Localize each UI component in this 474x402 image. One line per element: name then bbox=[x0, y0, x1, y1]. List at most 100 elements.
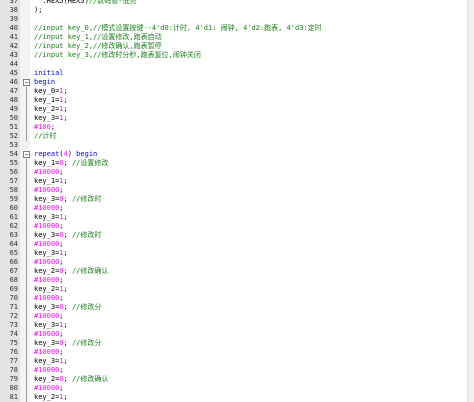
code-text[interactable]: #10000; bbox=[34, 330, 64, 339]
code-text[interactable]: #10000; bbox=[34, 168, 64, 177]
code-line[interactable]: 46− begin bbox=[0, 78, 474, 87]
code-text[interactable]: key_1=1; bbox=[34, 96, 68, 105]
code-text[interactable]: #10000; bbox=[34, 294, 64, 303]
code-text[interactable]: #10000; bbox=[34, 384, 64, 393]
code-text[interactable]: //计时 bbox=[34, 132, 56, 141]
code-line[interactable]: 38); bbox=[0, 6, 474, 15]
code-text[interactable]: key_2=0; //修改确认 bbox=[34, 267, 108, 276]
line-number: 79 bbox=[9, 375, 18, 383]
code-text[interactable]: //input key_2,//修改确认,跑表暂停 bbox=[34, 42, 162, 51]
code-line[interactable]: 49 key_2=1; bbox=[0, 105, 474, 114]
line-number: 48 bbox=[9, 96, 18, 104]
code-line[interactable]: 44 bbox=[0, 60, 474, 69]
code-line[interactable]: 64 #10000; bbox=[0, 240, 474, 249]
code-line[interactable]: 61 key_3=1; bbox=[0, 213, 474, 222]
code-text[interactable]: key_3=1; bbox=[34, 321, 68, 330]
code-text[interactable]: #10000; bbox=[34, 204, 64, 213]
code-text[interactable]: key_3=0; //修改时 bbox=[34, 195, 101, 204]
code-text[interactable]: key_3=1; bbox=[34, 249, 68, 258]
code-text[interactable]: key_2=0; //修改确认 bbox=[34, 375, 108, 384]
code-text[interactable]: #10000; bbox=[34, 312, 64, 321]
code-line[interactable]: 65 key_3=1; bbox=[0, 249, 474, 258]
code-line[interactable]: 43 //input key_3,//修改时分秒,跑表复位,闹钟关闭 bbox=[0, 51, 474, 60]
code-text[interactable]: key_3=1; bbox=[34, 357, 68, 366]
code-text[interactable]: repeat(4) begin bbox=[34, 150, 97, 159]
code-line[interactable]: 39 bbox=[0, 15, 474, 24]
code-text[interactable]: #10000; bbox=[34, 186, 64, 195]
code-line[interactable]: 71 key_3=0; //修改分 bbox=[0, 303, 474, 312]
code-token: begin bbox=[34, 78, 56, 86]
code-text[interactable]: key_2=1; bbox=[34, 105, 68, 114]
code-text[interactable]: //input key_1,//设置修改,跑表启动 bbox=[34, 33, 162, 42]
code-line[interactable]: 68 #10000; bbox=[0, 276, 474, 285]
code-line[interactable]: 60 #10000; bbox=[0, 204, 474, 213]
code-line[interactable]: 50 key_3=1; bbox=[0, 114, 474, 123]
code-line[interactable]: 63 key_3=0; //修改时 bbox=[0, 231, 474, 240]
code-text[interactable]: initial bbox=[34, 69, 64, 78]
code-text[interactable]: #10000; bbox=[34, 276, 64, 285]
code-line[interactable]: 59 key_3=0; //修改时 bbox=[0, 195, 474, 204]
code-text[interactable]: key_3=0; //修改时 bbox=[34, 231, 101, 240]
code-line[interactable]: 70 #10000; bbox=[0, 294, 474, 303]
code-token: ; bbox=[59, 186, 64, 194]
code-text[interactable]: #100; bbox=[34, 123, 55, 132]
code-line[interactable]: 41 //input key_1,//设置修改,跑表启动 bbox=[0, 33, 474, 42]
code-text[interactable]: key_3=0; //修改分 bbox=[34, 339, 101, 348]
code-line[interactable]: 53 bbox=[0, 141, 474, 150]
fold-toggle-icon[interactable]: − bbox=[23, 79, 30, 86]
code-lines[interactable]: 37 .HEX5(HEX5)//数码管-低亮 38); 39 40//input ke… bbox=[0, 0, 474, 402]
code-line[interactable]: 66 #10000; bbox=[0, 258, 474, 267]
line-number: 77 bbox=[9, 357, 18, 365]
code-text[interactable]: #10000; bbox=[34, 366, 64, 375]
code-text[interactable]: #10000; bbox=[34, 348, 64, 357]
code-line[interactable]: 73 key_3=1; bbox=[0, 321, 474, 330]
code-line[interactable]: 72 #10000; bbox=[0, 312, 474, 321]
code-line[interactable]: 52 //计时 bbox=[0, 132, 474, 141]
code-token: ; bbox=[50, 123, 56, 131]
code-line[interactable]: 77 key_3=1; bbox=[0, 357, 474, 366]
fold-toggle-icon[interactable]: − bbox=[23, 151, 30, 158]
code-text[interactable]: key_0=1; bbox=[34, 87, 68, 96]
code-line[interactable]: 78 #10000; bbox=[0, 366, 474, 375]
code-line[interactable]: 57 key_1=1; bbox=[0, 177, 474, 186]
code-line[interactable]: 54− repeat(4) begin bbox=[0, 150, 474, 159]
code-text[interactable]: begin bbox=[34, 78, 55, 87]
code-text[interactable]: ); bbox=[34, 6, 42, 15]
code-line[interactable]: 48 key_1=1; bbox=[0, 96, 474, 105]
fold-guide bbox=[26, 249, 27, 258]
code-text[interactable]: #10000; bbox=[34, 240, 64, 249]
code-line[interactable]: 42 //input key_2,//修改确认,跑表暂停 bbox=[0, 42, 474, 51]
code-token: ; bbox=[59, 312, 64, 320]
code-line[interactable]: 56 #10000; bbox=[0, 168, 474, 177]
code-line[interactable]: 62 #10000; bbox=[0, 222, 474, 231]
code-line[interactable]: 51 #100; bbox=[0, 123, 474, 132]
code-line[interactable]: 45 initial bbox=[0, 69, 474, 78]
code-editor[interactable]: 37 .HEX5(HEX5)//数码管-低亮 38); 39 40//input ke… bbox=[0, 0, 474, 402]
code-text[interactable]: key_1=0; //设置修改 bbox=[34, 159, 108, 168]
code-text[interactable]: #10000; bbox=[34, 222, 64, 231]
code-text[interactable]: key_1=1; bbox=[34, 177, 68, 186]
code-line[interactable]: 81 key_2=1; bbox=[0, 393, 474, 402]
code-line[interactable]: 55 key_1=0; //设置修改 bbox=[0, 159, 474, 168]
code-line[interactable]: 75 key_3=0; //修改分 bbox=[0, 339, 474, 348]
code-text[interactable]: key_2=1; bbox=[34, 393, 68, 402]
code-token: key_2= bbox=[34, 267, 60, 275]
code-line[interactable]: 74 #10000; bbox=[0, 330, 474, 339]
vertical-scrollbar[interactable] bbox=[467, 0, 474, 402]
code-line[interactable]: 40 //input key_0,//模式设置按键--4'd0:计时, 4'd1:… bbox=[0, 24, 474, 33]
code-text[interactable]: key_3=1; bbox=[34, 213, 68, 222]
code-text[interactable]: #10000; bbox=[34, 258, 64, 267]
code-text[interactable]: key_3=1; bbox=[34, 114, 68, 123]
code-line[interactable]: 58 #10000; bbox=[0, 186, 474, 195]
code-line[interactable]: 47 key_0=1; bbox=[0, 87, 474, 96]
code-token: repeat bbox=[34, 150, 60, 158]
code-line[interactable]: 80 #10000; bbox=[0, 384, 474, 393]
code-text[interactable]: //input key_0,//模式设置按键--4'd0:计时, 4'd1: 闹… bbox=[34, 24, 322, 33]
code-text[interactable]: key_3=0; //修改分 bbox=[34, 303, 101, 312]
code-line[interactable]: 76 #10000; bbox=[0, 348, 474, 357]
code-line[interactable]: 67 key_2=0; //修改确认 bbox=[0, 267, 474, 276]
code-text[interactable]: key_2=1; bbox=[34, 285, 68, 294]
code-text[interactable]: //input key_3,//修改时分秒,跑表复位,闹钟关闭 bbox=[34, 51, 201, 60]
code-line[interactable]: 79 key_2=0; //修改确认 bbox=[0, 375, 474, 384]
code-line[interactable]: 69 key_2=1; bbox=[0, 285, 474, 294]
